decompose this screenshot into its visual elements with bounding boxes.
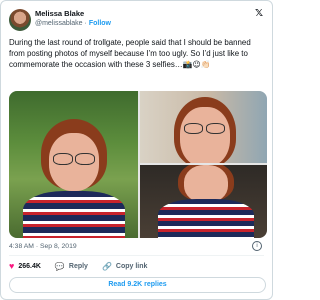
author-handle[interactable]: @melissablake xyxy=(35,20,83,27)
like-button[interactable]: ♥ 266.4K xyxy=(9,261,41,271)
like-count: 266.4K xyxy=(18,262,41,270)
author-handle-row: @melissablake · Follow xyxy=(35,19,111,29)
heart-icon: ♥ xyxy=(9,261,15,271)
author-name[interactable]: Melissa Blake xyxy=(35,9,84,19)
link-icon: 🔗 xyxy=(101,261,112,271)
copy-link-label: Copy link xyxy=(115,262,148,270)
reply-label: Reply xyxy=(68,262,88,270)
follow-button[interactable]: Follow xyxy=(89,20,111,27)
info-icon[interactable]: i xyxy=(252,241,262,251)
selfie-photo-3[interactable] xyxy=(140,165,267,238)
divider xyxy=(9,255,264,256)
timestamp[interactable]: 4:38 AM · Sep 8, 2019 xyxy=(9,242,77,251)
avatar[interactable] xyxy=(9,9,31,31)
copy-link-button[interactable]: 🔗 Copy link xyxy=(102,262,147,271)
reply-icon: 💬 xyxy=(54,261,65,271)
selfie-photo-1[interactable] xyxy=(9,91,138,238)
selfie-photo-2[interactable] xyxy=(140,91,267,163)
tweet-text: During the last round of trollgate, peop… xyxy=(9,38,251,69)
read-replies-button[interactable]: Read 9.2K replies xyxy=(9,277,266,293)
media-grid xyxy=(9,91,267,238)
x-logo-icon[interactable]: 𝕏 xyxy=(254,9,264,19)
reply-button[interactable]: 💬 Reply xyxy=(55,262,88,271)
tweet-card: Melissa Blake @melissablake · Follow 𝕏 D… xyxy=(0,0,273,300)
separator: · xyxy=(84,20,87,27)
action-bar: ♥ 266.4K 💬 Reply 🔗 Copy link xyxy=(9,260,161,272)
